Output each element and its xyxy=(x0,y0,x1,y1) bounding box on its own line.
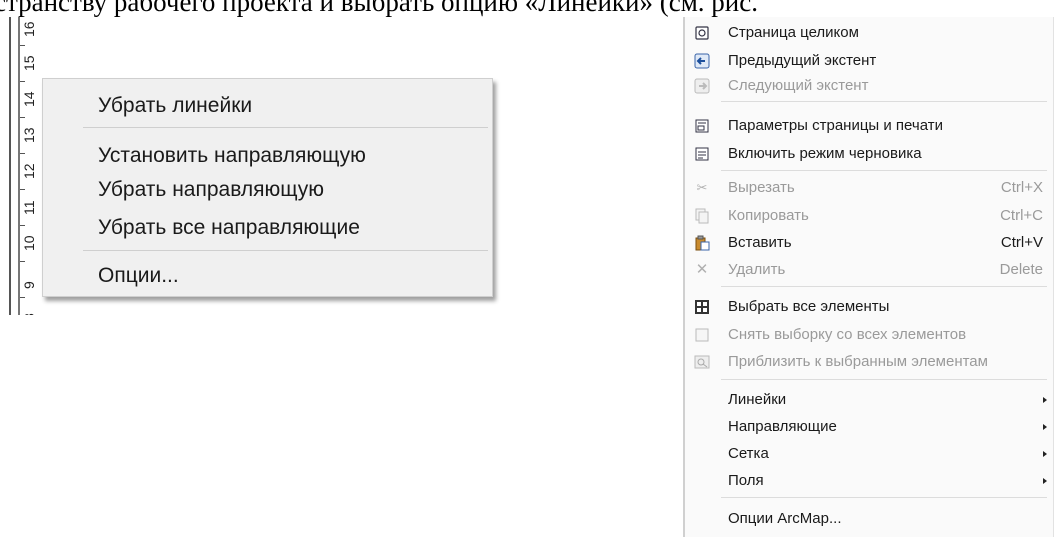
menu-separator xyxy=(721,101,1047,102)
ruler-tick xyxy=(20,261,25,262)
menu-separator xyxy=(721,497,1047,498)
heading-text: странству рабочего проекта и выбрать опц… xyxy=(0,0,758,17)
menu-item-label: Линейки xyxy=(728,391,787,408)
menu-item-label: Опции ArcMap... xyxy=(728,510,842,527)
ruler-number: 12 xyxy=(21,163,37,179)
menu-item-copy[interactable]: Копировать Ctrl+C xyxy=(685,203,1053,229)
ruler-number: 9 xyxy=(21,281,37,289)
shortcut-label: Ctrl+V xyxy=(1000,234,1043,251)
shortcut-label: Delete xyxy=(999,261,1043,278)
menu-separator xyxy=(83,127,488,128)
shortcut-label: Ctrl+X xyxy=(1000,179,1043,196)
menu-item-remove-rulers[interactable]: Убрать линейки xyxy=(98,91,252,121)
menu-item-margins[interactable]: Поля xyxy=(685,468,1053,494)
copy-icon xyxy=(694,208,710,224)
layout-context-menu: Страница целиком Предыдущий экстент След… xyxy=(683,17,1054,537)
full-page-icon xyxy=(694,25,710,41)
zoom-selected-icon xyxy=(694,354,710,370)
menu-item-rulers[interactable]: Линейки xyxy=(685,387,1053,413)
menu-separator xyxy=(83,250,488,251)
menu-item-previous-extent[interactable]: Предыдущий экстент xyxy=(685,48,1053,74)
menu-item-label: Снять выборку со всех элементов xyxy=(728,326,967,343)
ruler-number: 10 xyxy=(21,235,37,251)
menu-item-label: Сетка xyxy=(728,445,769,462)
menu-item-select-all[interactable]: Выбрать все элементы xyxy=(685,294,1053,320)
menu-item-delete[interactable]: ✕ Удалить Delete xyxy=(685,257,1053,283)
delete-icon: ✕ xyxy=(695,261,709,278)
menu-item-label: Вставить xyxy=(728,234,792,251)
back-arrow-icon xyxy=(694,53,710,69)
menu-item-remove-guide[interactable]: Убрать направляющую xyxy=(98,175,324,205)
menu-item-label: Включить режим черновика xyxy=(728,145,922,162)
ruler-tick xyxy=(20,225,25,226)
ruler-number: 11 xyxy=(21,200,37,215)
menu-item-label: Поля xyxy=(728,472,764,489)
submenu-arrow-icon xyxy=(1043,397,1047,403)
ruler-tick xyxy=(20,189,25,190)
forward-arrow-icon xyxy=(694,78,710,94)
paste-icon xyxy=(694,235,710,251)
menu-item-label: Выбрать все элементы xyxy=(728,298,890,315)
menu-item-set-guide[interactable]: Установить направляющую xyxy=(98,141,366,171)
menu-item-page-setup[interactable]: Параметры страницы и печати xyxy=(685,113,1053,139)
select-all-icon xyxy=(694,299,710,315)
menu-separator xyxy=(721,379,1047,380)
ruler-tick xyxy=(20,81,25,82)
menu-item-next-extent[interactable]: Следующий экстент xyxy=(685,73,1053,99)
ruler-number: 8 xyxy=(20,303,44,315)
menu-item-label: Страница целиком xyxy=(728,24,859,41)
menu-item-guides[interactable]: Направляющие xyxy=(685,414,1053,440)
scissors-icon: ✂ xyxy=(696,180,708,195)
ruler-tick xyxy=(20,45,25,46)
menu-item-grid[interactable]: Сетка xyxy=(685,441,1053,467)
menu-item-label: Следующий экстент xyxy=(728,77,869,94)
menu-separator xyxy=(721,170,1047,171)
submenu-arrow-icon xyxy=(1043,478,1047,484)
menu-item-label: Вырезать xyxy=(728,179,795,196)
shortcut-label: Ctrl+C xyxy=(1000,207,1043,224)
menu-item-remove-all-guides[interactable]: Убрать все направляющие xyxy=(98,213,360,243)
page-setup-icon xyxy=(694,118,710,134)
ruler-tick xyxy=(20,297,25,298)
menu-item-label: Удалить xyxy=(728,261,786,278)
draft-mode-icon xyxy=(694,146,710,162)
menu-item-label: Приблизить к выбранным элементам xyxy=(728,353,988,370)
ruler-context-menu: Убрать линейки Установить направляющую У… xyxy=(42,78,493,297)
menu-item-label: Параметры страницы и печати xyxy=(728,117,943,134)
ruler-number: 16 xyxy=(21,21,37,37)
submenu-arrow-icon xyxy=(1043,451,1047,457)
submenu-arrow-icon xyxy=(1043,424,1047,430)
ruler-number: 14 xyxy=(21,91,37,107)
menu-item-paste[interactable]: Вставить Ctrl+V xyxy=(685,230,1053,256)
ruler-number: 13 xyxy=(21,127,37,143)
menu-item-draft-mode[interactable]: Включить режим черновика xyxy=(685,141,1053,167)
menu-item-arcmap-options[interactable]: Опции ArcMap... xyxy=(685,506,1053,532)
ruler-tick xyxy=(20,153,25,154)
menu-item-cut[interactable]: ✂ Вырезать Ctrl+X xyxy=(685,175,1053,201)
menu-item-label: Предыдущий экстент xyxy=(728,52,877,69)
document-heading-text: странству рабочего проекта и выбрать опц… xyxy=(0,0,1058,17)
ruler-tick xyxy=(20,117,25,118)
menu-item-full-page[interactable]: Страница целиком xyxy=(685,20,1053,46)
menu-separator xyxy=(721,286,1047,287)
menu-item-options[interactable]: Опции... xyxy=(98,261,179,291)
ruler-number: 15 xyxy=(21,55,37,71)
menu-item-label: Копировать xyxy=(728,207,809,224)
menu-item-clear-selection[interactable]: Снять выборку со всех элементов xyxy=(685,322,1053,348)
clear-selection-icon xyxy=(694,327,710,343)
menu-item-label: Направляющие xyxy=(728,418,837,435)
menu-item-zoom-to-selected[interactable]: Приблизить к выбранным элементам xyxy=(685,349,1053,375)
